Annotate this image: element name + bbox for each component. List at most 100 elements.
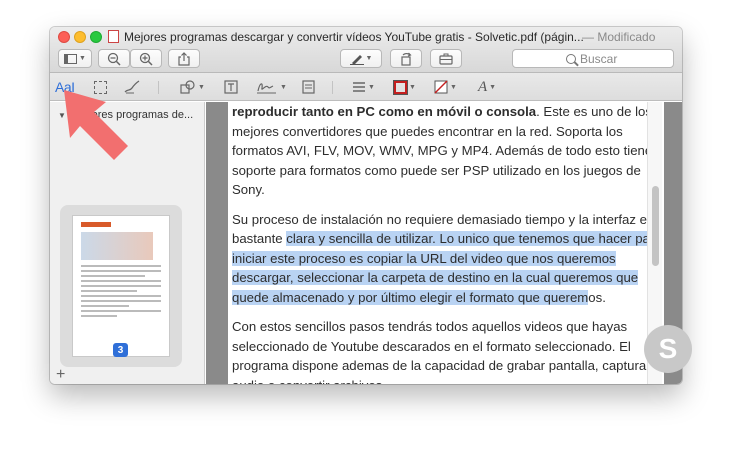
border-color-icon <box>393 79 408 95</box>
line-text: soporte para formatos como puede ser PSP… <box>232 162 641 178</box>
modified-status: — Modificado <box>582 30 656 44</box>
chevron-down-icon: ▼ <box>409 83 416 91</box>
line-text: . Este es uno de los <box>536 104 652 119</box>
share-button[interactable] <box>168 49 200 68</box>
thumbnail-text-line <box>81 310 161 312</box>
signature-tool[interactable]: ▼ <box>256 78 287 96</box>
document-line: Su proceso de instalación no requiere de… <box>232 210 654 230</box>
text-style-icon: A <box>478 78 488 95</box>
zoom-out-button[interactable] <box>98 49 130 68</box>
document-line: Sony. <box>232 180 641 200</box>
document-line: iniciar este proceso es copiar la URL de… <box>232 249 641 269</box>
pen-icon <box>349 54 364 65</box>
markup-toolbar: AaI ▼ ▼ ▼ ▼ ▼ A ▼ <box>50 73 682 101</box>
document-text[interactable]: reproducir tanto en PC como en móvil o c… <box>228 102 662 385</box>
page-thumbnail-preview <box>72 215 170 357</box>
text-style-tool[interactable]: A ▼ <box>478 78 496 96</box>
share-icon <box>178 51 190 66</box>
document-line: quede almacenado y por último elegir el … <box>232 288 641 308</box>
rotate-button[interactable] <box>390 49 422 68</box>
close-window-button[interactable] <box>58 31 70 43</box>
zoom-in-icon <box>139 52 153 66</box>
line-style-icon <box>353 82 365 92</box>
search-input[interactable] <box>580 51 620 66</box>
toolbox-icon <box>439 53 453 65</box>
toolbar-divider <box>158 81 159 94</box>
chevron-down-icon: ▼ <box>489 83 497 91</box>
note-tool[interactable] <box>302 78 315 96</box>
thumbnail-image <box>81 232 153 260</box>
chevron-down-icon: ▼ <box>365 55 373 62</box>
minimize-window-button[interactable] <box>74 31 86 43</box>
document-line: soporte para formatos como puede ser PSP… <box>232 161 641 181</box>
line-text: Su proceso de instalación no requiere de… <box>232 211 654 227</box>
thumbnail-logo <box>81 222 111 227</box>
zoom-out-icon <box>107 52 121 66</box>
line-text: programa dispone ademas de la capacidad … <box>232 358 651 373</box>
fill-color-icon <box>434 80 448 94</box>
scrollbar-thumb[interactable] <box>652 186 659 266</box>
line-text: audio o convertir archivos. <box>232 378 386 385</box>
line-text: formatos AVI, FLV, MOV, WMV, MPG y MP4. … <box>232 143 653 158</box>
chevron-down-icon: ▼ <box>368 83 375 91</box>
thumbnail-text-line <box>81 290 137 292</box>
chevron-down-icon: ▼ <box>79 55 86 62</box>
toolbox-button[interactable] <box>430 49 462 68</box>
sidebar-toggle-icon <box>64 53 78 64</box>
zoom-in-button[interactable] <box>130 49 162 68</box>
document-line: descargar, seleccionar la carpeta de des… <box>232 268 641 288</box>
chevron-down-icon: ▼ <box>450 83 457 91</box>
line-text: seleccionado de Youtube descarados en el… <box>232 338 631 354</box>
highlighted-text: iniciar este proceso es copiar la URL de… <box>232 250 616 266</box>
highlighted-text: descargar, seleccionar la carpeta de des… <box>232 270 639 285</box>
thumbnail-text-line <box>81 315 117 317</box>
document-line: Con estos sencillos pasos tendrás todos … <box>232 317 641 337</box>
document-line: seleccionado de Youtube descarados en el… <box>232 337 641 357</box>
document-line: mejores convertidores que puedes encontr… <box>232 122 641 142</box>
border-color-tool[interactable]: ▼ <box>393 78 416 96</box>
highlighted-text: quede almacenado y por último elegir el … <box>232 289 589 305</box>
search-icon <box>566 53 576 64</box>
line-text: Sony. <box>232 182 265 197</box>
pointer-arrow-icon <box>64 90 128 160</box>
document-line: programa dispone ademas de la capacidad … <box>232 356 651 376</box>
window-title: Mejores programas descargar y convertir … <box>124 30 584 44</box>
title-bar: Mejores programas descargar y convertir … <box>50 27 682 73</box>
shapes-icon <box>180 80 195 94</box>
preview-window: Mejores programas descargar y convertir … <box>50 27 682 384</box>
search-field[interactable] <box>512 49 674 68</box>
sidebar-view-button[interactable]: ▼ <box>58 49 92 68</box>
note-icon <box>302 80 315 94</box>
rotate-icon <box>401 52 412 66</box>
chevron-down-icon: ▼ <box>280 83 287 91</box>
document-area: reproducir tanto en PC como en móvil o c… <box>206 102 682 384</box>
fill-color-tool[interactable]: ▼ <box>434 78 457 96</box>
thumbnail-text-line <box>81 280 161 282</box>
toolbar-divider <box>332 81 333 94</box>
line-style-tool[interactable]: ▼ <box>352 78 375 96</box>
shapes-tool[interactable]: ▼ <box>180 78 205 96</box>
highlighted-text: clara y sencilla de utilizar. Lo unico q… <box>286 231 662 246</box>
zoom-window-button[interactable] <box>90 31 102 43</box>
signature-icon <box>257 83 276 94</box>
text-box-tool[interactable] <box>224 78 238 96</box>
chevron-down-icon: ▼ <box>198 83 205 91</box>
line-text: bastante <box>232 231 287 246</box>
watermark-logo-icon: S <box>644 325 692 373</box>
line-text: os. <box>588 289 606 305</box>
thumbnail-text-line <box>81 270 161 272</box>
markup-toolbar-button[interactable]: ▼ <box>340 49 382 68</box>
thumbnail-text-line <box>81 285 161 287</box>
document-line: audio o convertir archivos. <box>232 376 641 385</box>
thumbnail-text-line <box>81 300 161 302</box>
thumbnail-text-line <box>81 295 161 297</box>
document-line: bastante clara y sencilla de utilizar. L… <box>232 229 662 249</box>
document-line: reproducir tanto en PC como en móvil o c… <box>232 102 652 122</box>
thumbnail-text-line <box>81 275 145 277</box>
document-page[interactable]: reproducir tanto en PC como en móvil o c… <box>228 102 664 384</box>
page-number-badge: 3 <box>113 343 128 357</box>
add-page-icon[interactable]: + <box>56 366 65 384</box>
pdf-file-icon <box>108 30 119 43</box>
